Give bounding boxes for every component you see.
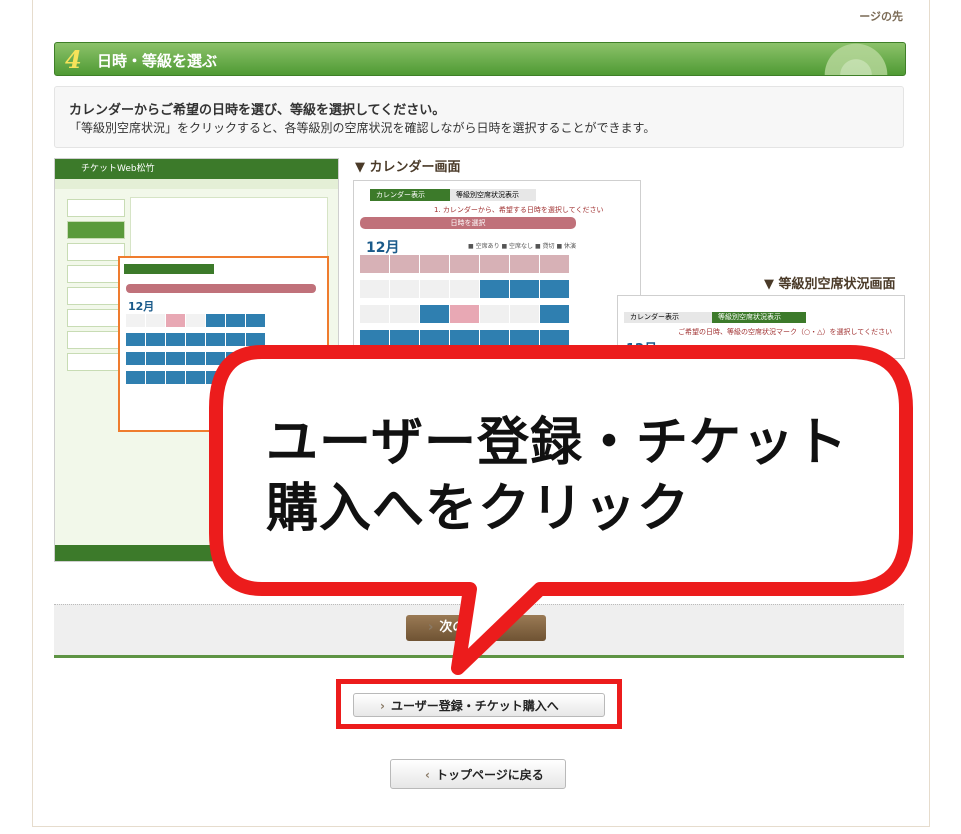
callout-line-1: ユーザー登録・チケット [266,413,848,473]
top-page-button[interactable]: ‹ トップページに戻る [390,759,566,789]
chevron-left-icon: ‹ [425,768,430,782]
user-register-label: ユーザー登録・チケット購入へ [390,699,559,713]
highlight-frame: › ユーザー登録・チケット購入へ [336,679,622,729]
callout-line-2: 購入へをクリック [266,479,691,539]
top-page-label: トップページに戻る [435,768,544,782]
chevron-right-icon: › [380,699,385,713]
user-register-button[interactable]: › ユーザー登録・チケット購入へ [353,693,605,717]
callout-text: ユーザー登録・チケット 購入へをクリック [266,410,886,542]
